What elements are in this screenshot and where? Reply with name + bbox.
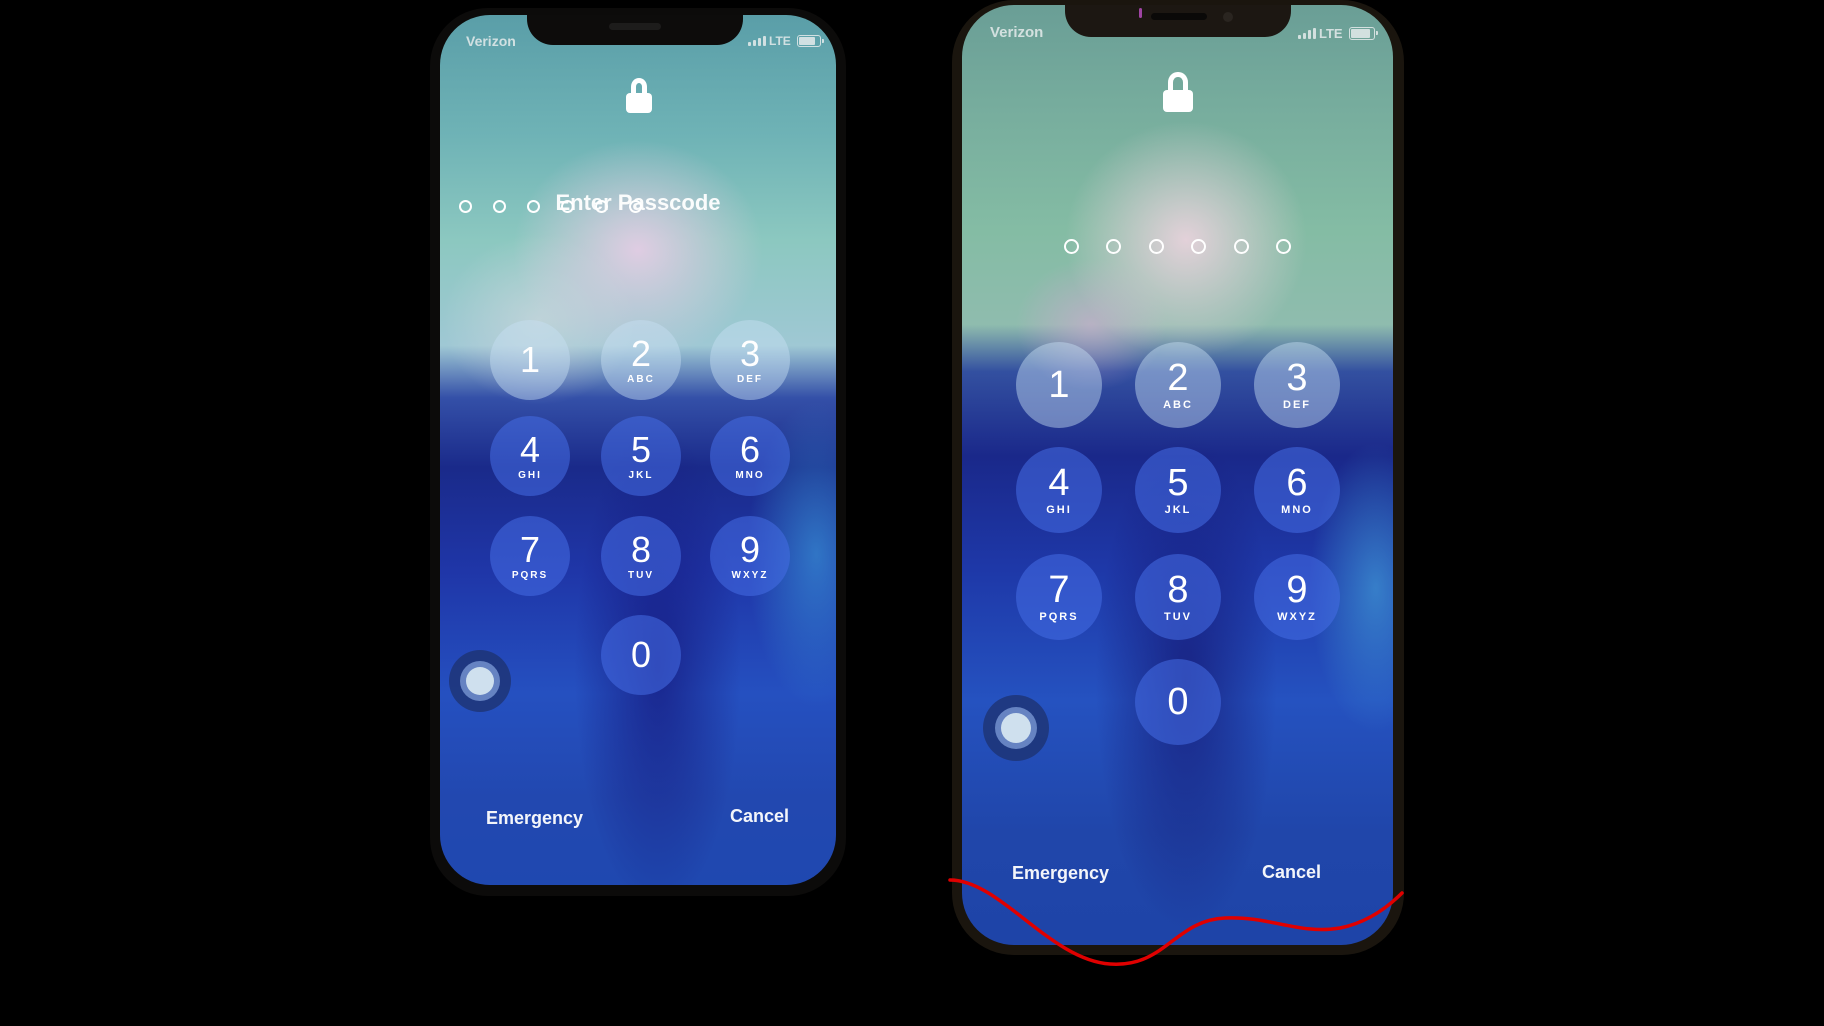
emergency-button[interactable]: Emergency bbox=[486, 808, 583, 829]
key-letters: MNO bbox=[735, 469, 765, 481]
key-letters: DEF bbox=[737, 373, 763, 385]
key-9[interactable]: 9 WXYZ bbox=[1254, 554, 1340, 640]
passcode-dot bbox=[1191, 238, 1206, 254]
cancel-button[interactable]: Cancel bbox=[730, 806, 789, 827]
cancel-button[interactable]: Cancel bbox=[1262, 862, 1321, 883]
assistive-touch-icon[interactable] bbox=[983, 695, 1049, 761]
key-letters: PQRS bbox=[1039, 611, 1079, 623]
passcode-dot bbox=[628, 199, 642, 213]
key-digit: 5 bbox=[630, 428, 652, 470]
status-icons: LTE bbox=[1298, 26, 1378, 41]
passcode-dot bbox=[1233, 238, 1249, 254]
key-6[interactable]: 6 MNO bbox=[710, 416, 790, 496]
key-8[interactable]: 8 TUV bbox=[1135, 554, 1221, 640]
key-letters: WXYZ bbox=[731, 569, 769, 581]
signal-bars-icon bbox=[748, 36, 766, 46]
key-9[interactable]: 9 WXYZ bbox=[710, 516, 790, 596]
key-digit: 3 bbox=[1286, 357, 1308, 399]
front-camera bbox=[1223, 12, 1233, 22]
key-letters: GHI bbox=[1046, 504, 1072, 516]
key-2[interactable]: 2 ABC bbox=[601, 320, 681, 400]
proximity-sensor-light bbox=[1139, 8, 1142, 18]
passcode-dot bbox=[1063, 238, 1079, 254]
red-annotation-squiggle bbox=[948, 878, 1404, 966]
key-letters: JKL bbox=[628, 469, 654, 481]
key-2[interactable]: 2 ABC bbox=[1135, 342, 1221, 428]
key-7[interactable]: 7 PQRS bbox=[1016, 554, 1102, 640]
carrier-label: Verizon bbox=[990, 24, 1044, 41]
passcode-dot bbox=[1106, 238, 1121, 254]
network-label: LTE bbox=[769, 34, 791, 48]
speaker-grille bbox=[1151, 13, 1207, 20]
key-digit: 9 bbox=[739, 528, 761, 570]
passcode-dot bbox=[1276, 238, 1291, 254]
key-digit: 6 bbox=[739, 428, 761, 470]
status-icons: LTE bbox=[748, 34, 824, 48]
battery-icon bbox=[1348, 27, 1378, 40]
key-letters: PQRS bbox=[511, 569, 549, 581]
speaker-grille bbox=[609, 23, 661, 30]
key-digit: 1 bbox=[1048, 364, 1070, 406]
key-digit: 4 bbox=[1048, 462, 1070, 504]
key-letters: TUV bbox=[1164, 611, 1192, 623]
key-digit: 2 bbox=[630, 332, 652, 374]
key-digit: 3 bbox=[739, 332, 761, 374]
key-3[interactable]: 3 DEF bbox=[1254, 342, 1340, 428]
key-digit: 0 bbox=[1167, 681, 1189, 723]
lock-icon bbox=[626, 78, 652, 113]
key-4[interactable]: 4 GHI bbox=[1016, 447, 1102, 533]
signal-bars-icon bbox=[1298, 28, 1316, 39]
key-letters: JKL bbox=[1164, 504, 1192, 516]
key-letters: ABC bbox=[627, 373, 655, 385]
key-digit: 5 bbox=[1167, 462, 1189, 504]
key-digit: 1 bbox=[519, 339, 541, 380]
passcode-dot bbox=[594, 199, 608, 213]
key-digit: 8 bbox=[1167, 569, 1189, 611]
key-0[interactable]: 0 bbox=[1135, 659, 1221, 745]
assistive-touch-icon[interactable] bbox=[449, 650, 511, 712]
key-digit: 4 bbox=[519, 428, 541, 470]
left-phone-screen: Verizon LTE Enter Passcode 1 2 ABC 3 DEF 4 GHI… bbox=[440, 15, 836, 885]
key-5[interactable]: 5 JKL bbox=[601, 416, 681, 496]
key-digit: 8 bbox=[630, 528, 652, 570]
emergency-button[interactable]: Emergency bbox=[1012, 863, 1109, 884]
passcode-dot bbox=[492, 199, 506, 213]
key-4[interactable]: 4 GHI bbox=[490, 416, 570, 496]
key-letters: TUV bbox=[628, 569, 654, 581]
key-digit: 9 bbox=[1286, 569, 1308, 611]
notch bbox=[527, 15, 743, 45]
network-label: LTE bbox=[1319, 26, 1343, 41]
key-letters: WXYZ bbox=[1277, 611, 1317, 623]
passcode-dot bbox=[526, 199, 540, 213]
key-1[interactable]: 1 bbox=[1016, 342, 1102, 428]
key-letters: ABC bbox=[1163, 399, 1193, 411]
passcode-dot bbox=[1148, 238, 1164, 254]
lock-icon bbox=[1163, 72, 1193, 112]
key-3[interactable]: 3 DEF bbox=[710, 320, 790, 400]
carrier-label: Verizon bbox=[466, 33, 516, 49]
right-phone-screen: Verizon LTE 1 2 ABC 3 DEF 4 GHI 5 JKL 6 MNO 7 PQRS 8 T… bbox=[962, 5, 1393, 945]
notch bbox=[1065, 5, 1291, 37]
key-6[interactable]: 6 MNO bbox=[1254, 447, 1340, 533]
key-letters: GHI bbox=[518, 469, 542, 481]
key-8[interactable]: 8 TUV bbox=[601, 516, 681, 596]
key-0[interactable]: 0 bbox=[601, 615, 681, 695]
key-letters: MNO bbox=[1281, 504, 1313, 516]
key-digit: 2 bbox=[1167, 357, 1189, 399]
key-letters: DEF bbox=[1283, 399, 1311, 411]
key-5[interactable]: 5 JKL bbox=[1135, 447, 1221, 533]
key-digit: 0 bbox=[630, 634, 652, 675]
key-1[interactable]: 1 bbox=[490, 320, 570, 400]
key-digit: 7 bbox=[1048, 569, 1070, 611]
key-digit: 6 bbox=[1286, 462, 1308, 504]
passcode-dot bbox=[560, 199, 574, 213]
battery-icon bbox=[796, 35, 824, 47]
key-7[interactable]: 7 PQRS bbox=[490, 516, 570, 596]
passcode-dot bbox=[458, 199, 472, 213]
key-digit: 7 bbox=[519, 528, 541, 570]
